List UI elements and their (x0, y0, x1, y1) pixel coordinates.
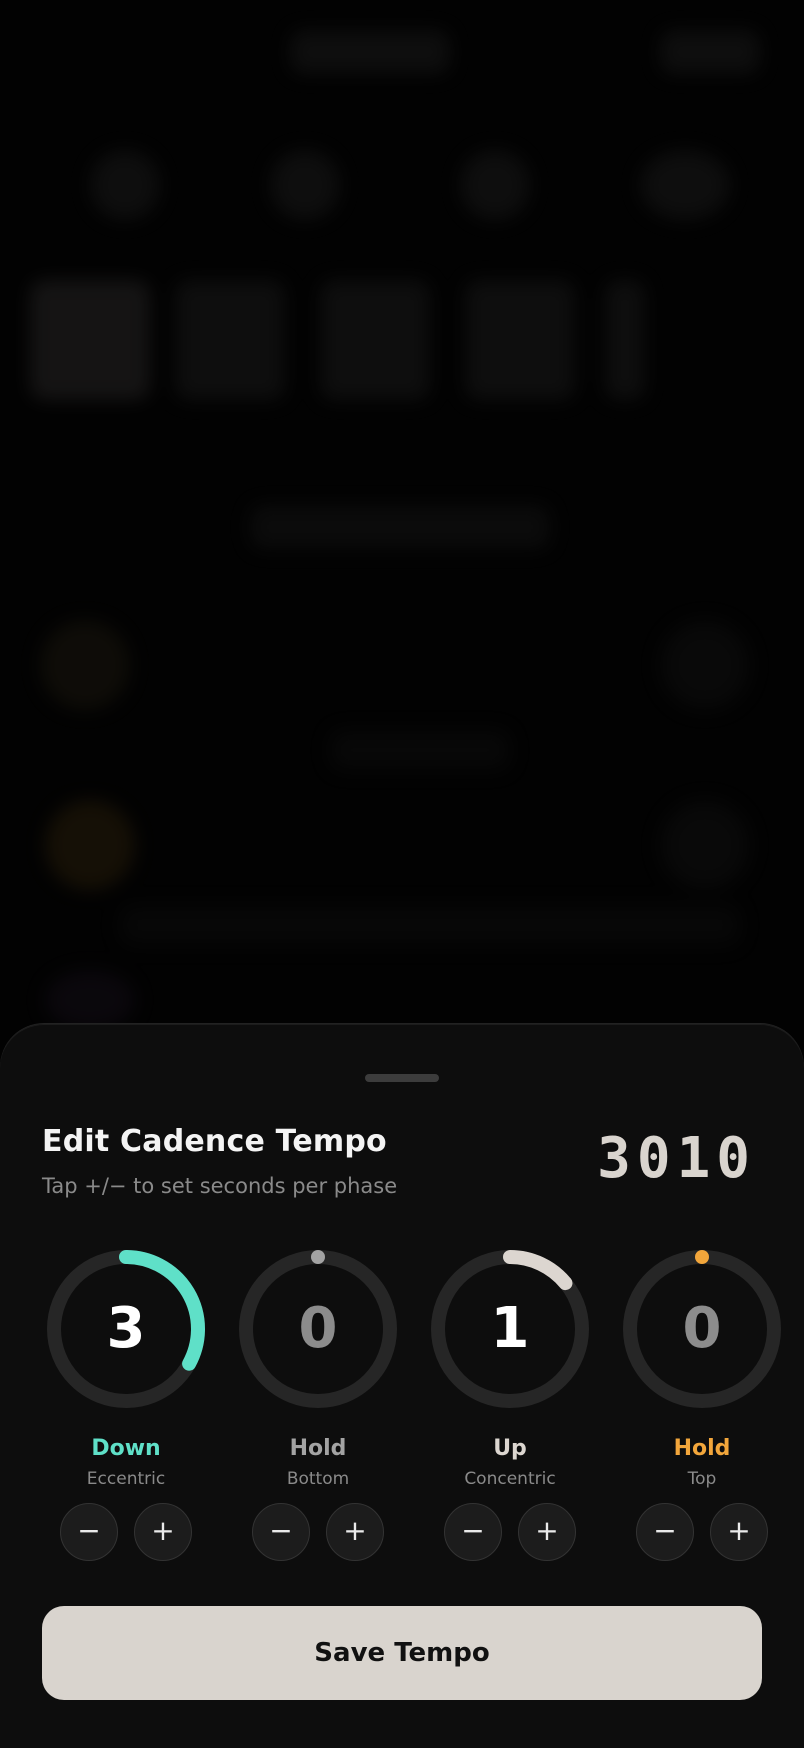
phase-down: 3 Down Eccentric − + (41, 1244, 211, 1561)
save-tempo-button[interactable]: Save Tempo (42, 1606, 762, 1700)
phase-subtitle: Eccentric (86, 1469, 166, 1489)
phase-value: 0 (682, 1296, 722, 1361)
increment-button[interactable]: + (134, 1503, 192, 1561)
decrement-button[interactable]: − (252, 1503, 310, 1561)
phase-dial: 0 (617, 1244, 787, 1414)
drag-handle[interactable] (365, 1074, 439, 1082)
phase-dial: 3 (41, 1244, 211, 1414)
phase-name: Down (91, 1436, 161, 1461)
phase-hold-bottom: 0 Hold Bottom − + (233, 1244, 403, 1561)
phase-name: Hold (289, 1436, 347, 1461)
tempo-bottom-sheet: Edit Cadence Tempo Tap +/− to set second… (0, 1024, 804, 1748)
phase-value: 1 (490, 1296, 530, 1361)
phase-hold-top: 0 Hold Top − + (617, 1244, 787, 1561)
phase-subtitle: Concentric (464, 1469, 556, 1489)
tempo-code: 3010 (597, 1126, 756, 1191)
phase-value: 0 (298, 1296, 338, 1361)
increment-button[interactable]: + (710, 1503, 768, 1561)
decrement-button[interactable]: − (636, 1503, 694, 1561)
sheet-subtitle: Tap +/− to set seconds per phase (42, 1174, 398, 1198)
phase-subtitle: Bottom (286, 1469, 350, 1489)
phase-name: Hold (673, 1436, 731, 1461)
phase-dial: 0 (233, 1244, 403, 1414)
phase-subtitle: Top (687, 1469, 717, 1489)
decrement-button[interactable]: − (444, 1503, 502, 1561)
phase-dial: 1 (425, 1244, 595, 1414)
screen: Edit Cadence Tempo Tap +/− to set second… (0, 0, 804, 1748)
phase-value: 3 (106, 1296, 146, 1361)
phase-name: Up (493, 1436, 527, 1461)
increment-button[interactable]: + (518, 1503, 576, 1561)
increment-button[interactable]: + (326, 1503, 384, 1561)
phase-up: 1 Up Concentric − + (425, 1244, 595, 1561)
decrement-button[interactable]: − (60, 1503, 118, 1561)
sheet-title: Edit Cadence Tempo (42, 1124, 387, 1159)
